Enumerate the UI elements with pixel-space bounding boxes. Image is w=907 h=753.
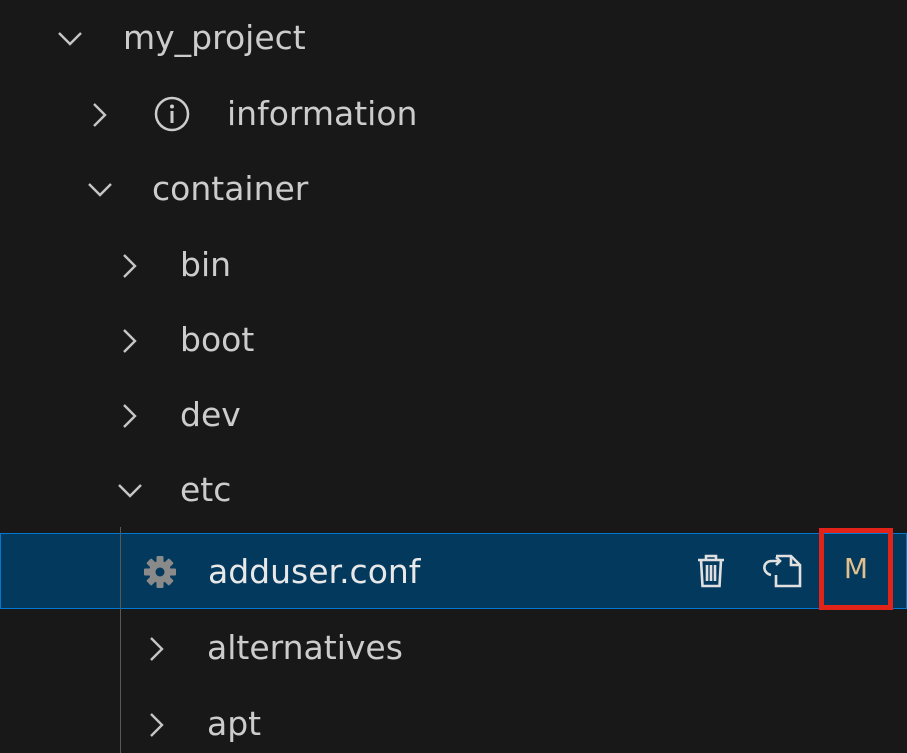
chevron-down-icon[interactable] [115, 452, 145, 528]
open-file-icon[interactable] [758, 551, 802, 591]
tree-item-label: my_project [123, 18, 306, 57]
tree-item-bin[interactable]: bin [0, 227, 907, 303]
tree-item-label: apt [207, 704, 262, 743]
chevron-right-icon[interactable] [115, 227, 145, 303]
chevron-right-icon[interactable] [115, 302, 145, 378]
tree-item-label: container [152, 169, 309, 208]
tree-item-label: dev [180, 395, 241, 434]
trash-icon[interactable] [691, 551, 731, 591]
chevron-right-icon[interactable] [142, 610, 172, 686]
tree-item-alternatives[interactable]: alternatives [0, 610, 907, 686]
chevron-right-icon[interactable] [85, 76, 115, 152]
tree-item-boot[interactable]: boot [0, 302, 907, 378]
tree-item-label: information [227, 94, 418, 133]
chevron-right-icon[interactable] [142, 686, 172, 753]
tree-item-information[interactable]: information [0, 76, 907, 152]
file-explorer-tree: my_project information container bin boo… [0, 0, 907, 753]
tree-item-label: adduser.conf [208, 552, 421, 591]
chevron-right-icon[interactable] [115, 377, 145, 453]
indent-guide [120, 527, 121, 753]
gear-icon [143, 555, 177, 589]
chevron-down-icon[interactable] [55, 0, 85, 76]
chevron-down-icon[interactable] [85, 151, 115, 227]
git-modified-badge: M [843, 552, 869, 585]
tree-item-container[interactable]: container [0, 151, 907, 227]
tree-item-label: boot [180, 320, 255, 359]
tree-item-label: etc [180, 470, 232, 509]
info-icon [152, 94, 192, 134]
tree-item-label: bin [180, 245, 232, 284]
tree-item-my-project[interactable]: my_project [0, 0, 907, 76]
tree-item-etc[interactable]: etc [0, 452, 907, 528]
tree-item-label: alternatives [207, 628, 403, 667]
tree-item-dev[interactable]: dev [0, 377, 907, 453]
highlight-box: M [819, 528, 893, 610]
tree-item-adduser-conf[interactable]: adduser.conf M [0, 528, 907, 610]
tree-item-apt[interactable]: apt [0, 686, 907, 753]
